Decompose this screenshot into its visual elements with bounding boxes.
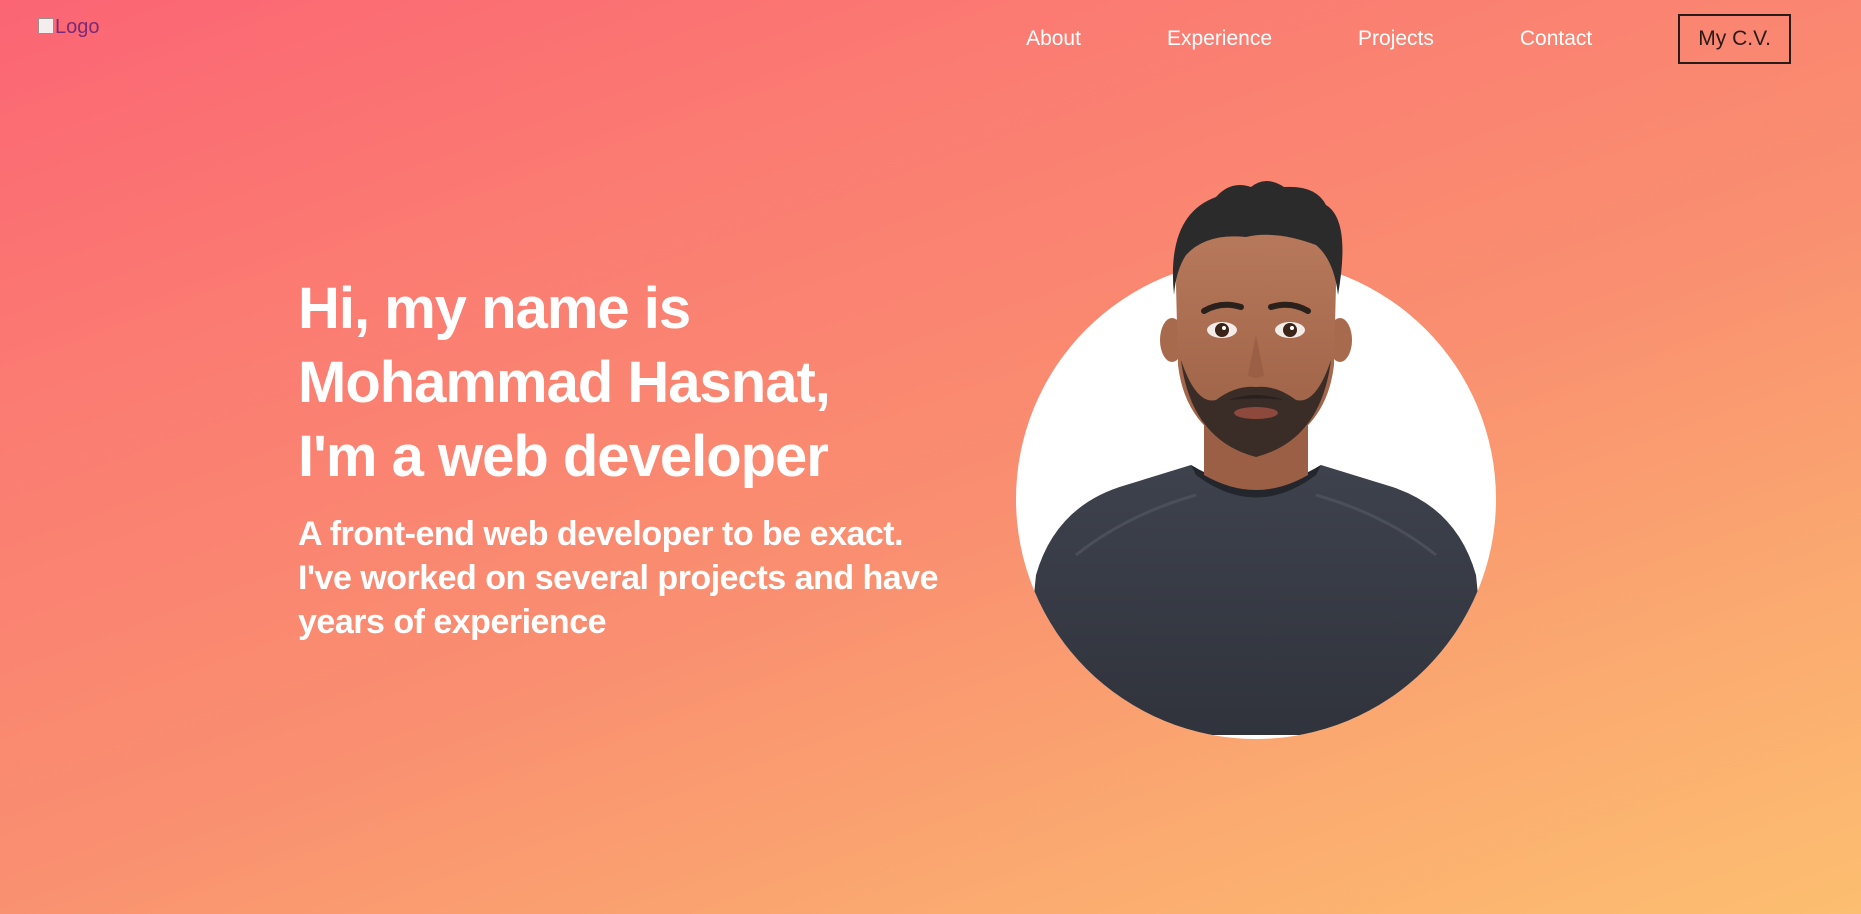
nav-link-experience[interactable]: Experience (1167, 27, 1272, 51)
cv-button[interactable]: My C.V. (1678, 14, 1791, 64)
logo-alt-text: Logo (55, 16, 100, 38)
hero-subtitle-line-1: A front-end web developer to be exact. (298, 515, 904, 553)
hero-title: Hi, my name is Mohammad Hasnat, I'm a we… (298, 272, 938, 494)
hero-subtitle-line-3: years of experience (298, 603, 607, 641)
nav-link-projects[interactable]: Projects (1358, 27, 1434, 51)
hero-section: Hi, my name is Mohammad Hasnat, I'm a we… (298, 272, 939, 644)
hero-subtitle: A front-end web developer to be exact. I… (298, 512, 939, 644)
broken-image-icon (38, 17, 54, 34)
user-avatar-illustration (1016, 181, 1496, 735)
nav-link-about[interactable]: About (1026, 27, 1081, 51)
hero-title-line-1: Hi, my name is (298, 276, 691, 341)
hero-subtitle-line-2: I've worked on several projects and have (298, 559, 939, 597)
logo[interactable]: Logo (38, 16, 100, 39)
nav-link-contact[interactable]: Contact (1520, 27, 1592, 51)
main-nav: About Experience Projects Contact My C.V… (1026, 14, 1791, 64)
hero-title-line-3: I'm a web developer (298, 424, 829, 489)
avatar (1016, 175, 1498, 739)
hero-title-line-2: Mohammad Hasnat, (298, 350, 831, 415)
